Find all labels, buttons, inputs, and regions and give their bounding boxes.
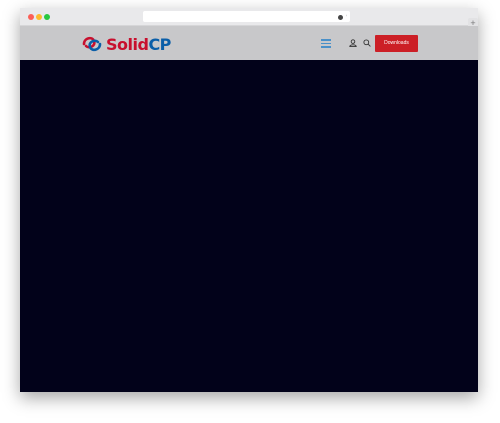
address-bar[interactable]: ↻ [143, 11, 350, 22]
extension-icon-glyph [338, 14, 343, 20]
logo-wordmark: SolidCP [106, 35, 171, 54]
logo-text-solid: Solid [106, 34, 149, 54]
hero-section [20, 60, 478, 392]
zoom-window-button[interactable] [44, 14, 50, 20]
site-logo[interactable]: SolidCP [81, 33, 171, 55]
user-icon[interactable] [349, 39, 357, 47]
extension-icon[interactable] [335, 12, 346, 22]
close-window-button[interactable] [28, 14, 34, 20]
site-header: SolidCP Downloads [20, 26, 478, 60]
downloads-button[interactable]: Downloads [375, 35, 418, 52]
browser-window: ↻ + SolidCP Downloads [20, 8, 478, 392]
logo-text-cp: CP [148, 34, 171, 54]
minimize-window-button[interactable] [36, 14, 42, 20]
browser-chrome: ↻ [20, 8, 478, 26]
search-icon[interactable] [363, 39, 371, 47]
logo-emblem-icon [82, 36, 102, 52]
hamburger-menu-icon[interactable] [321, 39, 331, 48]
